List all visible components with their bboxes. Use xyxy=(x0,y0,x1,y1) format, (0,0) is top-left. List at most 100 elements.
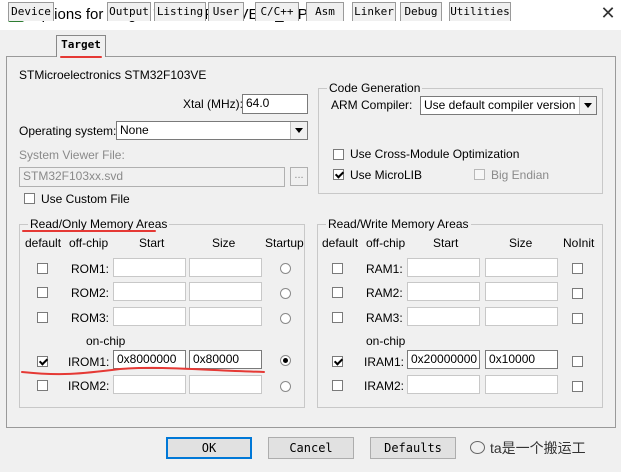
irom2-default-checkbox[interactable] xyxy=(37,380,48,391)
iram1-start-input[interactable]: 0x20000000 xyxy=(407,350,480,369)
ram2-noinit-checkbox[interactable] xyxy=(572,288,583,299)
tab-asm[interactable]: Asm xyxy=(306,2,344,21)
rom3-size-input[interactable] xyxy=(189,307,262,326)
close-icon[interactable]: ✕ xyxy=(598,3,618,23)
rw-header-default: default xyxy=(322,236,359,250)
ram2-label: RAM2: xyxy=(366,286,403,300)
iram1-noinit-checkbox[interactable] xyxy=(572,356,583,367)
ram1-size-input[interactable] xyxy=(485,258,558,277)
tab-device[interactable]: Device xyxy=(8,2,54,21)
iram2-size-input[interactable] xyxy=(485,375,558,394)
rw-memory-title: Read/Write Memory Areas xyxy=(326,217,471,231)
iram1-label: IRAM1: xyxy=(364,355,405,369)
ram2-default-checkbox[interactable] xyxy=(332,287,343,298)
ram3-start-input[interactable] xyxy=(407,307,480,326)
ram1-default-checkbox[interactable] xyxy=(332,263,343,274)
iram2-label: IRAM2: xyxy=(364,379,405,393)
iram1-default-checkbox[interactable] xyxy=(332,356,343,367)
tab-debug[interactable]: Debug xyxy=(400,2,442,21)
rom2-size-input[interactable] xyxy=(189,282,262,301)
ram2-size-input[interactable] xyxy=(485,282,558,301)
rom1-label: ROM1: xyxy=(71,262,110,276)
os-label: Operating system: xyxy=(19,124,117,138)
ro-header-offchip: off-chip xyxy=(69,236,109,250)
rw-header-noinit: NoInit xyxy=(563,236,595,250)
ram3-noinit-checkbox[interactable] xyxy=(572,313,583,324)
iram2-start-input[interactable] xyxy=(407,375,480,394)
ram1-noinit-checkbox[interactable] xyxy=(572,263,583,274)
iram2-noinit-checkbox[interactable] xyxy=(572,381,583,392)
annotation-underline-target-tab xyxy=(60,56,102,58)
ram1-label: RAM1: xyxy=(366,262,403,276)
ro-header-startup: Startup xyxy=(265,236,304,250)
tab-output[interactable]: Output xyxy=(107,2,151,21)
iram2-default-checkbox[interactable] xyxy=(332,380,343,391)
irom2-size-input[interactable] xyxy=(189,375,262,394)
tab-listing[interactable]: Listing xyxy=(154,2,206,21)
rom2-default-checkbox[interactable] xyxy=(37,287,48,298)
rw-header-offchip: off-chip xyxy=(366,236,406,250)
svf-browse-button[interactable]: ... xyxy=(290,167,308,186)
microlib-label: Use MicroLIB xyxy=(350,168,423,182)
tab-user[interactable]: User xyxy=(208,2,244,21)
ok-button[interactable]: OK xyxy=(166,437,252,459)
ram1-start-input[interactable] xyxy=(407,258,480,277)
iram1-size-input[interactable]: 0x10000 xyxy=(485,350,558,369)
ro-header-default: default xyxy=(25,236,62,250)
rom3-label: ROM3: xyxy=(71,311,110,325)
code-generation-title: Code Generation xyxy=(327,81,423,95)
tab-linker[interactable]: Linker xyxy=(352,2,396,21)
rom3-start-input[interactable] xyxy=(113,307,186,326)
irom2-label: IROM2: xyxy=(68,379,110,393)
rom1-size-input[interactable] xyxy=(189,258,262,277)
rom2-label: ROM2: xyxy=(71,286,110,300)
tab-cpp[interactable]: C/C++ xyxy=(255,2,299,21)
rom3-default-checkbox[interactable] xyxy=(37,312,48,323)
compiler-select[interactable]: Use default compiler version xyxy=(420,96,597,115)
os-select[interactable]: None xyxy=(116,121,308,140)
watermark: ta是一个搬运工 xyxy=(470,437,586,459)
rom2-start-input[interactable] xyxy=(113,282,186,301)
xtal-input[interactable]: 64.0 xyxy=(242,94,308,114)
cross-module-label: Use Cross-Module Optimization xyxy=(350,147,520,161)
custom-file-label: Use Custom File xyxy=(41,192,130,206)
wechat-icon xyxy=(470,441,485,454)
ro-header-size: Size xyxy=(212,236,236,250)
svf-input[interactable]: STM32F103xx.svd xyxy=(19,167,285,187)
os-select-value: None xyxy=(120,123,149,137)
cancel-button[interactable]: Cancel xyxy=(268,437,354,459)
big-endian-label: Big Endian xyxy=(491,168,550,182)
defaults-button[interactable]: Defaults xyxy=(370,437,456,459)
rom1-start-input[interactable] xyxy=(113,258,186,277)
irom2-startup-radio[interactable] xyxy=(280,381,291,392)
ro-onchip-label: on-chip xyxy=(86,334,126,348)
custom-file-checkbox[interactable] xyxy=(24,193,35,204)
rom2-startup-radio[interactable] xyxy=(280,288,291,299)
compiler-select-value: Use default compiler version xyxy=(424,98,576,112)
ro-memory-title: Read/Only Memory Areas xyxy=(28,217,170,231)
ram3-size-input[interactable] xyxy=(485,307,558,326)
rom3-startup-radio[interactable] xyxy=(280,313,291,324)
ro-header-start: Start xyxy=(139,236,165,250)
tab-target[interactable]: Target xyxy=(56,35,106,57)
big-endian-checkbox[interactable] xyxy=(474,169,485,180)
svf-label: System Viewer File: xyxy=(19,148,125,162)
cross-module-checkbox[interactable] xyxy=(333,149,344,160)
rw-onchip-label: on-chip xyxy=(366,334,406,348)
chevron-down-icon xyxy=(579,97,596,114)
tab-utilities[interactable]: Utilities xyxy=(449,2,511,21)
device-name: STMicroelectronics STM32F103VE xyxy=(19,68,207,82)
xtal-label: Xtal (MHz): xyxy=(183,97,243,111)
compiler-label: ARM Compiler: xyxy=(331,98,413,112)
microlib-checkbox[interactable] xyxy=(333,169,344,180)
rw-header-start: Start xyxy=(433,236,459,250)
rom1-default-checkbox[interactable] xyxy=(37,263,48,274)
ram3-label: RAM3: xyxy=(366,311,403,325)
irom2-start-input[interactable] xyxy=(113,375,186,394)
ram3-default-checkbox[interactable] xyxy=(332,312,343,323)
irom1-startup-radio[interactable] xyxy=(280,355,291,366)
watermark-text: ta是一个搬运工 xyxy=(490,440,586,456)
chevron-down-icon xyxy=(290,122,307,139)
ram2-start-input[interactable] xyxy=(407,282,480,301)
rom1-startup-radio[interactable] xyxy=(280,263,291,274)
